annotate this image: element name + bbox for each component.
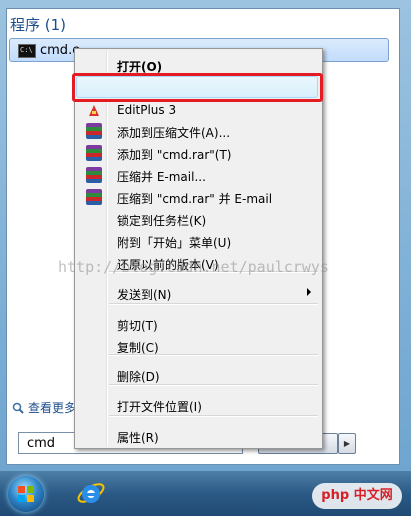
menu-item-label: 附到「开始」菜单(U) bbox=[117, 236, 232, 250]
menu-item-label: 压缩并 E-mail... bbox=[117, 170, 206, 184]
menu-item-pin-to-taskbar[interactable]: 锁定到任务栏(K) bbox=[78, 208, 319, 230]
menu-item-label: 打开(O) bbox=[117, 60, 163, 74]
search-input-value: cmd bbox=[27, 436, 56, 451]
menu-item-label: EditPlus 3 bbox=[117, 103, 177, 117]
winrar-icon bbox=[86, 189, 102, 205]
menu-item-cut[interactable]: 剪切(T) bbox=[78, 313, 319, 335]
menu-item-highlight bbox=[76, 76, 318, 98]
winrar-icon bbox=[86, 167, 102, 183]
winrar-icon bbox=[86, 145, 102, 161]
menu-item-add-to-cmd-rar[interactable]: 添加到 "cmd.rar"(T) bbox=[78, 142, 319, 164]
menu-separator bbox=[109, 303, 318, 305]
menu-item-editplus[interactable]: EditPlus 3 bbox=[78, 99, 319, 121]
windows-logo-icon bbox=[18, 486, 34, 502]
chevron-right-icon: ▶ bbox=[343, 439, 351, 448]
menu-item-label: 属性(R) bbox=[117, 431, 159, 445]
menu-item-label: 添加到压缩文件(A)... bbox=[117, 126, 231, 140]
menu-separator bbox=[109, 271, 318, 273]
submenu-arrow-icon bbox=[307, 288, 311, 296]
menu-separator bbox=[109, 384, 318, 386]
menu-item-delete[interactable]: 删除(D) bbox=[78, 364, 319, 386]
menu-item-label: 发送到(N) bbox=[117, 288, 172, 302]
context-menu: 打开(O)以管理员身份运行(A)EditPlus 3添加到压缩文件(A)...添… bbox=[74, 48, 323, 449]
php-cn-watermark-logo: php 中文网 bbox=[312, 483, 402, 509]
menu-item-compress-email[interactable]: 压缩并 E-mail... bbox=[78, 164, 319, 186]
see-more-label: 查看更多 bbox=[28, 401, 77, 415]
shutdown-options-button[interactable]: ▶ bbox=[338, 433, 356, 454]
menu-separator bbox=[109, 415, 318, 417]
magnifier-icon bbox=[12, 402, 24, 414]
menu-item-open-file-location[interactable]: 打开文件位置(I) bbox=[78, 394, 319, 416]
menu-item-label: 锁定到任务栏(K) bbox=[117, 214, 207, 228]
menu-item-label: 压缩到 "cmd.rar" 并 E-mail bbox=[117, 192, 273, 206]
editplus-icon bbox=[86, 102, 102, 118]
see-more-results-link[interactable]: 查看更多 bbox=[12, 399, 76, 416]
cmd-icon: C:\ bbox=[18, 44, 36, 58]
menu-separator bbox=[109, 354, 318, 356]
winrar-icon bbox=[86, 123, 102, 139]
menu-item-pin-to-start-menu[interactable]: 附到「开始」菜单(U) bbox=[78, 230, 319, 252]
menu-item-label: 打开文件位置(I) bbox=[117, 400, 202, 414]
menu-item-send-to[interactable]: 发送到(N) bbox=[78, 282, 319, 304]
menu-item-label: 删除(D) bbox=[117, 370, 160, 384]
internet-explorer-icon[interactable] bbox=[76, 478, 106, 508]
menu-item-add-to-archive[interactable]: 添加到压缩文件(A)... bbox=[78, 120, 319, 142]
programs-section-header: 程序 (1) bbox=[10, 16, 67, 34]
start-button[interactable] bbox=[8, 476, 44, 512]
menu-item-label: 添加到 "cmd.rar"(T) bbox=[117, 148, 232, 162]
menu-item-label: 剪切(T) bbox=[117, 319, 158, 333]
menu-item-compress-cmd-rar-email[interactable]: 压缩到 "cmd.rar" 并 E-mail bbox=[78, 186, 319, 208]
menu-item-properties[interactable]: 属性(R) bbox=[78, 425, 319, 447]
menu-item-open[interactable]: 打开(O) bbox=[78, 54, 319, 76]
